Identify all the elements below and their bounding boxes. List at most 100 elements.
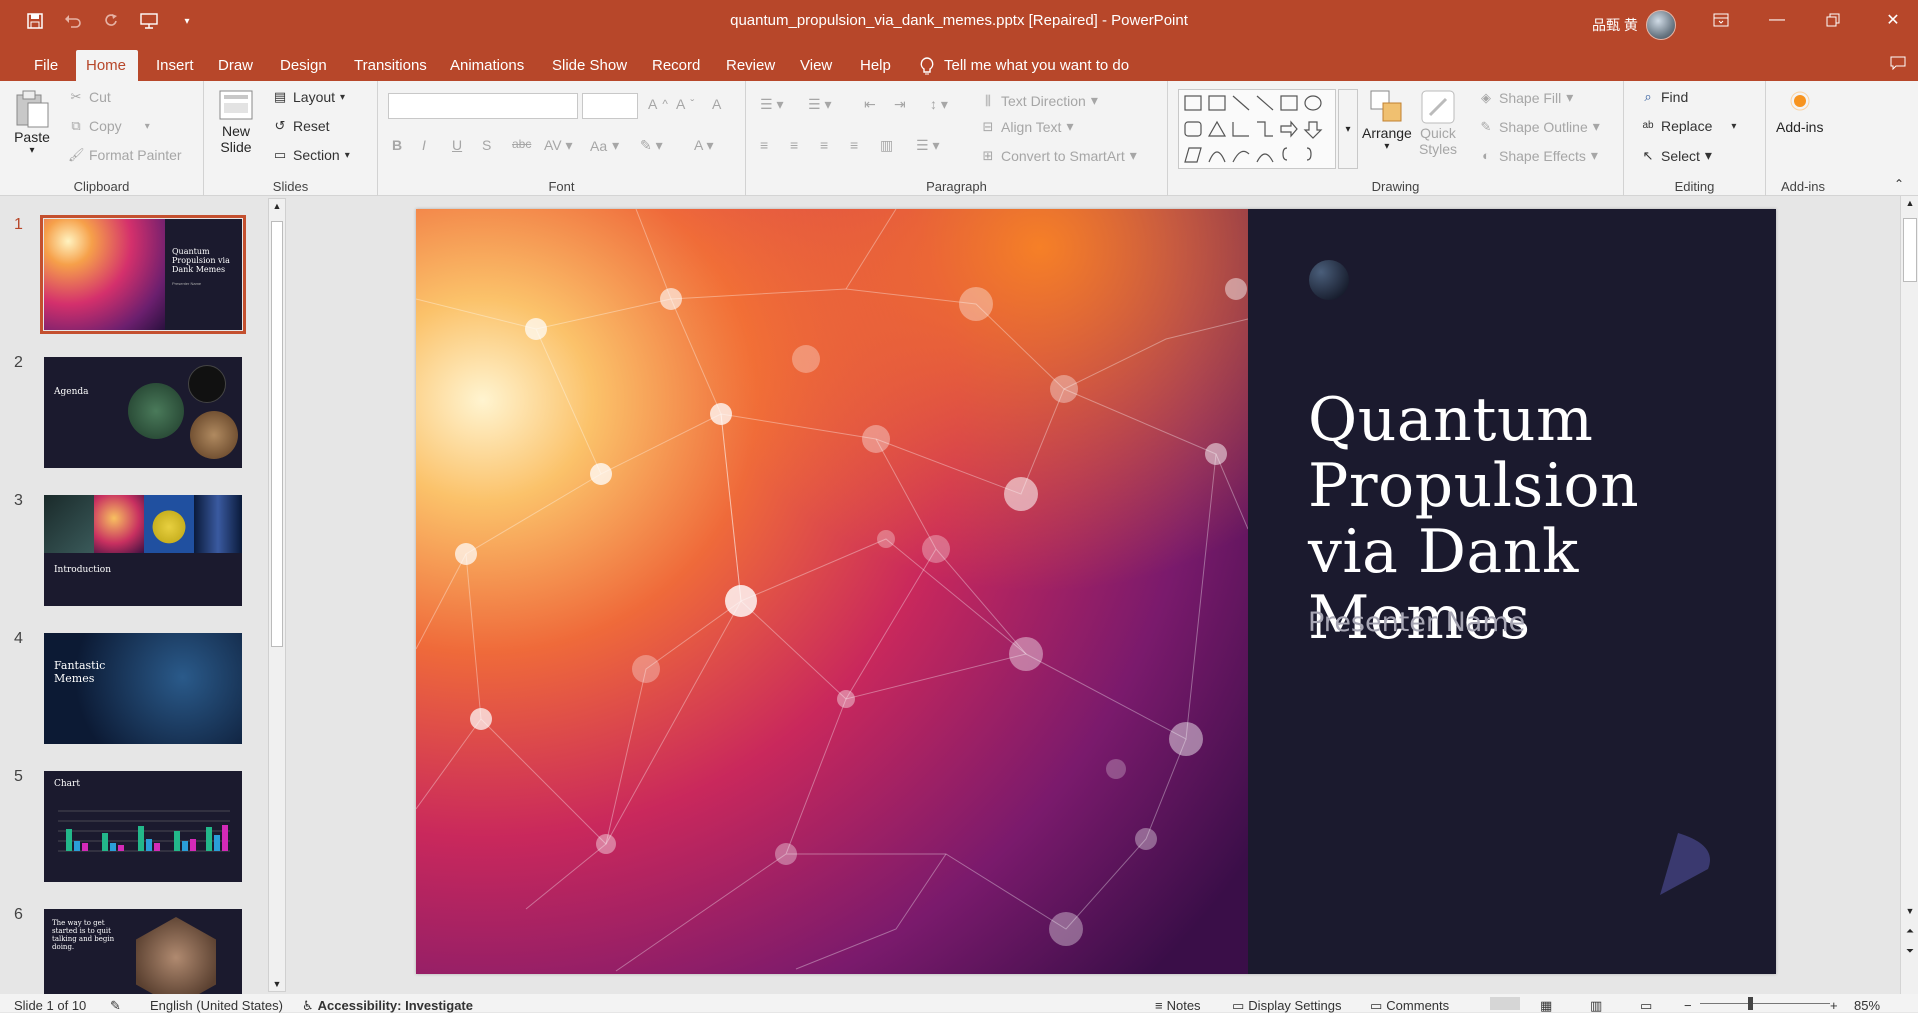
thumbnail-slide-3[interactable]: Introduction [44, 495, 242, 606]
paste-button[interactable]: Paste ▾ [14, 89, 50, 156]
shadow-button[interactable]: S [482, 137, 491, 153]
scroll-thumb[interactable] [1903, 218, 1917, 282]
thumbnail-slide-4[interactable]: Fantastic Memes [44, 633, 242, 744]
notes-button[interactable]: ≡ Notes [1155, 999, 1201, 1012]
editor-scrollbar[interactable]: ▲ ▼ ⏶ ⏷ [1900, 196, 1918, 994]
scroll-thumb[interactable] [271, 221, 283, 647]
tab-draw[interactable]: Draw [208, 50, 263, 81]
minimize-icon[interactable]: — [1752, 0, 1802, 40]
zoom-out-icon[interactable]: − [1684, 999, 1692, 1012]
reading-view-icon[interactable]: ▥ [1590, 999, 1602, 1012]
line-spacing-icon[interactable]: ↕ ▾ [930, 96, 948, 113]
highlight-icon[interactable]: ✎ ▾ [640, 137, 663, 154]
account[interactable]: 品甄 黄 [1592, 10, 1676, 40]
collapse-ribbon-icon[interactable]: ⌃ [1894, 177, 1904, 191]
thumbnail-scrollbar[interactable]: ▲ ▼ [268, 198, 286, 992]
tab-view[interactable]: View [790, 50, 842, 81]
quick-styles-button[interactable]: Quick Styles [1416, 89, 1460, 157]
align-text-button[interactable]: ⊟ Align Text ▾ [980, 118, 1074, 135]
zoom-in-icon[interactable]: + [1830, 999, 1838, 1012]
find-button[interactable]: ⌕ Find [1640, 89, 1688, 105]
italic-button[interactable]: I [422, 137, 426, 153]
tab-file[interactable]: File [24, 50, 68, 81]
restore-icon[interactable] [1808, 0, 1858, 40]
format-painter-button[interactable]: 🖌 Format Painter [68, 147, 182, 163]
shape-effects-button[interactable]: ◐ Shape Effects ▾ [1478, 147, 1598, 164]
char-spacing-button[interactable]: AV ▾ [544, 137, 573, 154]
clear-format-icon[interactable]: A [712, 96, 721, 112]
columns-icon[interactable]: ▥ [880, 137, 893, 154]
tab-transitions[interactable]: Transitions [344, 50, 437, 81]
underline-button[interactable]: U [452, 137, 462, 153]
comment-icon[interactable] [1880, 50, 1916, 81]
next-slide-icon[interactable]: ⏷ [1903, 946, 1917, 957]
accessibility-button[interactable]: ♿ Accessibility: Investigate [302, 999, 473, 1012]
scroll-up-icon[interactable]: ▲ [1903, 198, 1917, 208]
decrease-indent-icon[interactable]: ⇤ [864, 96, 876, 113]
spellcheck-icon[interactable]: ✎ [110, 999, 121, 1012]
comments-button[interactable]: ▭ Comments [1370, 999, 1449, 1012]
language[interactable]: English (United States) [150, 999, 283, 1012]
reset-button[interactable]: ↺ Reset [272, 118, 330, 134]
zoom-slider[interactable] [1700, 1003, 1830, 1004]
slideshow-icon[interactable]: ▭ [1640, 999, 1652, 1012]
align-center-icon[interactable]: ≡ [790, 137, 798, 153]
slide-1[interactable]: Quantum Propulsion via Dank Memes Presen… [416, 209, 1776, 974]
presenter-name[interactable]: Presenter Name [1308, 607, 1525, 638]
strikethrough-button[interactable]: abc [512, 137, 531, 151]
close-icon[interactable]: ✕ [1868, 0, 1918, 40]
font-color-icon[interactable]: A ▾ [694, 137, 713, 154]
previous-slide-icon[interactable]: ⏶ [1903, 926, 1917, 937]
zoom-slider-thumb[interactable] [1748, 997, 1753, 1010]
justify-icon[interactable]: ≡ [850, 137, 858, 153]
slide-sorter-icon[interactable]: ▦ [1540, 999, 1552, 1012]
scroll-up-icon[interactable]: ▲ [271, 201, 283, 211]
change-case-button[interactable]: Aa ▾ [590, 137, 619, 154]
tab-record[interactable]: Record [642, 50, 710, 81]
shapes-more-icon[interactable]: ▾ [1338, 89, 1358, 169]
tell-me-search[interactable]: Tell me what you want to do [920, 50, 1129, 81]
text-direction-button[interactable]: ⫼ Text Direction ▾ [980, 92, 1098, 109]
thumbnail-slide-5[interactable]: Chart [44, 771, 242, 882]
scroll-down-icon[interactable]: ▼ [271, 979, 283, 989]
normal-view-icon[interactable] [1490, 997, 1520, 1010]
smartart-button[interactable]: ⊞ Convert to SmartArt ▾ [980, 147, 1137, 164]
numbering-icon[interactable]: ☰ ▾ [808, 96, 831, 113]
increase-indent-icon[interactable]: ⇥ [894, 96, 906, 113]
ribbon-display-icon[interactable] [1696, 0, 1746, 40]
display-settings-button[interactable]: ▭ Display Settings [1232, 999, 1342, 1012]
tab-animations[interactable]: Animations [440, 50, 534, 81]
tab-design[interactable]: Design [270, 50, 337, 81]
distribute-icon[interactable]: ☰ ▾ [916, 137, 939, 154]
shrink-font-icon[interactable]: Aˇ [676, 96, 694, 112]
tab-review[interactable]: Review [716, 50, 785, 81]
section-button[interactable]: ▭ Section ▾ [272, 147, 350, 163]
thumbnail-slide-2[interactable]: Agenda [44, 357, 242, 468]
grow-font-icon[interactable]: A ^ [648, 96, 668, 112]
tab-slide-show[interactable]: Slide Show [542, 50, 637, 81]
thumbnail-slide-1[interactable]: Quantum Propulsion via Dank Memes Presen… [40, 215, 246, 334]
shape-outline-button[interactable]: ✎ Shape Outline ▾ [1478, 118, 1600, 135]
tab-home[interactable]: Home [76, 50, 138, 81]
tab-help[interactable]: Help [850, 50, 901, 81]
addins-button[interactable]: Add-ins [1776, 91, 1823, 135]
bullets-icon[interactable]: ☰ ▾ [760, 96, 783, 113]
zoom-level[interactable]: 85% [1854, 999, 1880, 1012]
replace-button[interactable]: ab Replace ▾ [1640, 118, 1736, 134]
scroll-down-icon[interactable]: ▼ [1903, 906, 1917, 916]
align-left-icon[interactable]: ≡ [760, 137, 768, 153]
shape-fill-button[interactable]: ◈ Shape Fill ▾ [1478, 89, 1573, 106]
arrange-button[interactable]: Arrange ▾ [1362, 89, 1412, 152]
layout-button[interactable]: ▤ Layout ▾ [272, 89, 345, 105]
cut-button[interactable]: ✂ Cut [68, 89, 111, 105]
thumbnail-slide-6[interactable]: The way to get started is to quit talkin… [44, 909, 242, 994]
select-button[interactable]: ↖ Select ▾ [1640, 147, 1712, 164]
shapes-gallery[interactable] [1178, 89, 1336, 169]
copy-button[interactable]: ⧉ Copy ▾ [68, 118, 149, 134]
font-size-combo[interactable] [582, 93, 638, 119]
bold-button[interactable]: B [392, 137, 402, 153]
align-right-icon[interactable]: ≡ [820, 137, 828, 153]
tab-insert[interactable]: Insert [146, 50, 204, 81]
new-slide-button[interactable]: New Slide [216, 89, 256, 155]
font-name-combo[interactable] [388, 93, 578, 119]
